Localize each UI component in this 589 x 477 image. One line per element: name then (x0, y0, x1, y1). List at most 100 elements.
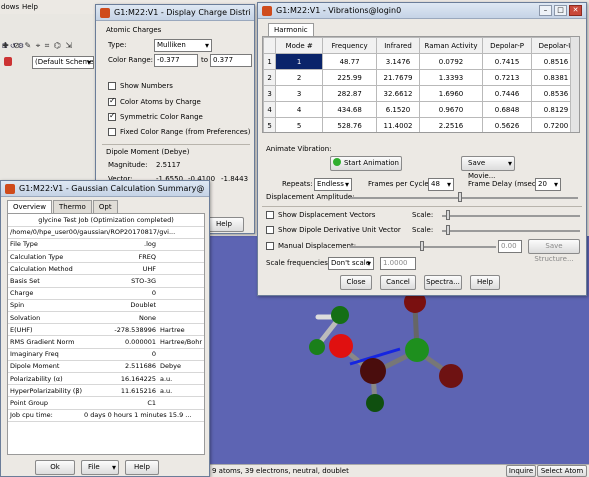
col-infrared[interactable]: Infrared (376, 37, 420, 54)
save-movie-button[interactable]: Save Movie... (461, 156, 515, 180)
show-dipole-label: Show Dipole Derivative Unit Vector (278, 226, 401, 234)
select-atom-button[interactable]: Select Atom 1 (537, 465, 587, 477)
charge-type-select[interactable]: Mulliken (154, 39, 212, 52)
show-dipole-checkbox[interactable] (266, 226, 274, 234)
frequency-cell[interactable]: 225.99 (322, 69, 378, 86)
minimize-icon[interactable]: – (539, 5, 552, 16)
mode-row[interactable]: 1 1 48.77 3.1476 0.0792 0.7415 0.8516 (263, 53, 579, 70)
mode-cell[interactable]: 5 (275, 117, 324, 132)
summary-window: G1:M22:V1 - Gaussian Calculation Summary… (0, 180, 210, 477)
start-animation-button[interactable]: Start Animation (330, 156, 402, 171)
infrared-cell[interactable]: 6.1520 (376, 101, 420, 118)
raman-cell[interactable]: 0.0792 (418, 53, 484, 70)
repeats-select[interactable]: Endless (314, 178, 352, 191)
raman-cell[interactable]: 1.3393 (418, 69, 484, 86)
depolar-p-cell[interactable]: 0.7446 (482, 85, 533, 102)
mode-cell[interactable]: 3 (275, 85, 324, 102)
displacement-scale-label: Scale: (412, 211, 434, 219)
manual-displacement-value[interactable]: 0.00 (498, 240, 522, 253)
raman-cell[interactable]: 1.6960 (418, 85, 484, 102)
mode-row[interactable]: 2 2 225.99 21.7679 1.3393 0.7213 0.8381 (263, 69, 579, 86)
cancel-button[interactable]: Cancel (380, 275, 416, 290)
summary-row: /home/0/hpe_user00/gaussian/ROP20170817/… (8, 226, 204, 239)
scale-frequencies-select[interactable]: Don't scale (328, 257, 374, 270)
close-button[interactable]: Close (340, 275, 372, 290)
save-structure-button[interactable]: Save Structure... (528, 239, 580, 263)
maximize-icon[interactable]: □ (554, 5, 567, 16)
mode-row[interactable]: 3 3 282.87 32.6612 1.6960 0.7446 0.8536 (263, 85, 579, 102)
mode-row[interactable]: 5 5 528.76 11.4002 2.2516 0.5626 0.7200 (263, 117, 579, 132)
fixed-range-checkbox[interactable] (108, 128, 116, 136)
tab-thermo[interactable]: Thermo (52, 200, 92, 213)
menu-help[interactable]: Help (22, 3, 38, 11)
row-key: RMS Gradient Norm (8, 335, 82, 349)
symmetric-range-checkbox[interactable] (108, 111, 116, 121)
infrared-cell[interactable]: 3.1476 (376, 53, 420, 70)
infrared-cell[interactable]: 32.6612 (376, 85, 420, 102)
frequency-cell[interactable]: 48.77 (322, 53, 378, 70)
show-numbers-checkbox[interactable] (108, 82, 116, 90)
range-max-input[interactable]: 0.377 (210, 54, 252, 67)
mode-cell[interactable]: 2 (275, 69, 324, 86)
delay-select[interactable]: 20 (535, 178, 561, 191)
spectra-button[interactable]: Spectra... (424, 275, 462, 290)
infrared-cell[interactable]: 21.7679 (376, 69, 420, 86)
tab-harmonic[interactable]: Harmonic (268, 23, 314, 36)
amplitude-slider[interactable] (350, 197, 578, 199)
ok-button[interactable]: Ok (35, 460, 75, 475)
job-name: glycine Test Job (Optimization completed… (8, 214, 204, 227)
frequency-cell[interactable]: 434.68 (322, 101, 378, 118)
manual-displacement-checkbox[interactable] (266, 242, 274, 250)
vibrations-titlebar[interactable]: G1:M22:V1 - Vibrations@login0 – □ ✕ (258, 3, 586, 19)
infrared-cell[interactable]: 11.4002 (376, 117, 420, 132)
vib-help-button[interactable]: Help (470, 275, 500, 290)
tool-icons[interactable]: ✚ ⊘ ✎ ⌖ ⌗ ⌬ ⇲ (2, 41, 92, 52)
col-mode[interactable]: Mode # (275, 37, 324, 54)
raman-cell[interactable]: 2.2516 (418, 117, 484, 132)
amplitude-thumb[interactable] (458, 192, 462, 202)
depolar-p-cell[interactable]: 0.5626 (482, 117, 533, 132)
col-frequency[interactable]: Frequency (322, 37, 378, 54)
charges-help-button[interactable]: Help (204, 217, 244, 232)
show-displacement-checkbox[interactable] (266, 211, 274, 219)
tab-overview[interactable]: Overview (7, 200, 52, 213)
depolar-p-cell[interactable]: 0.6848 (482, 101, 533, 118)
summary-help-button[interactable]: Help (125, 460, 159, 475)
vibrations-title: G1:M22:V1 - Vibrations@login0 (276, 6, 402, 15)
summary-row: Charge 0 (8, 287, 204, 300)
close-icon[interactable]: ✕ (569, 5, 582, 16)
tab-opt[interactable]: Opt (92, 200, 118, 213)
dipole-scale-slider[interactable] (442, 230, 580, 232)
range-min-input[interactable]: -0.377 (154, 54, 198, 67)
delay-value: 20 (538, 180, 547, 188)
summary-titlebar[interactable]: G1:M22:V1 - Gaussian Calculation Summary… (1, 181, 209, 197)
atom-oxygen (329, 334, 353, 358)
mode-cell[interactable]: 1 (275, 53, 324, 70)
depolar-p-cell[interactable]: 0.7213 (482, 69, 533, 86)
charges-titlebar[interactable]: G1:M22:V1 - Display Charge Distri... (96, 5, 254, 21)
manual-displacement-thumb[interactable] (420, 241, 424, 251)
depolar-p-cell[interactable]: 0.7415 (482, 53, 533, 70)
mode-cell[interactable]: 4 (275, 101, 324, 118)
dipole-scale-thumb[interactable] (446, 225, 450, 235)
col-depolar-p[interactable]: Depolar-P (482, 37, 533, 54)
raman-cell[interactable]: 0.9670 (418, 101, 484, 118)
displacement-scale-thumb[interactable] (446, 210, 450, 220)
fpc-select[interactable]: 48 (428, 178, 454, 191)
row-value: 0 (82, 287, 158, 300)
inquire-button[interactable]: Inquire (506, 465, 536, 477)
scale-factor-input[interactable]: 1.0000 (380, 257, 416, 270)
displacement-scale-slider[interactable] (442, 215, 580, 217)
menu-windows[interactable]: dows (1, 3, 19, 11)
table-scrollbar[interactable] (570, 37, 579, 132)
scheme-select[interactable]: (Default Scheme) (32, 56, 94, 69)
col-raman[interactable]: Raman Activity (418, 37, 484, 54)
color-atoms-checkbox[interactable] (108, 96, 116, 106)
type-label: Type: (108, 41, 127, 49)
row-key: Charge (8, 287, 82, 300)
mode-row[interactable]: 4 4 434.68 6.1520 0.9670 0.6848 0.8129 (263, 101, 579, 118)
summary-row: Dipole Moment 2.511686 Debye (8, 360, 204, 373)
frequency-cell[interactable]: 528.76 (322, 117, 378, 132)
frequency-cell[interactable]: 282.87 (322, 85, 378, 102)
file-menu-button[interactable]: File (81, 460, 119, 475)
